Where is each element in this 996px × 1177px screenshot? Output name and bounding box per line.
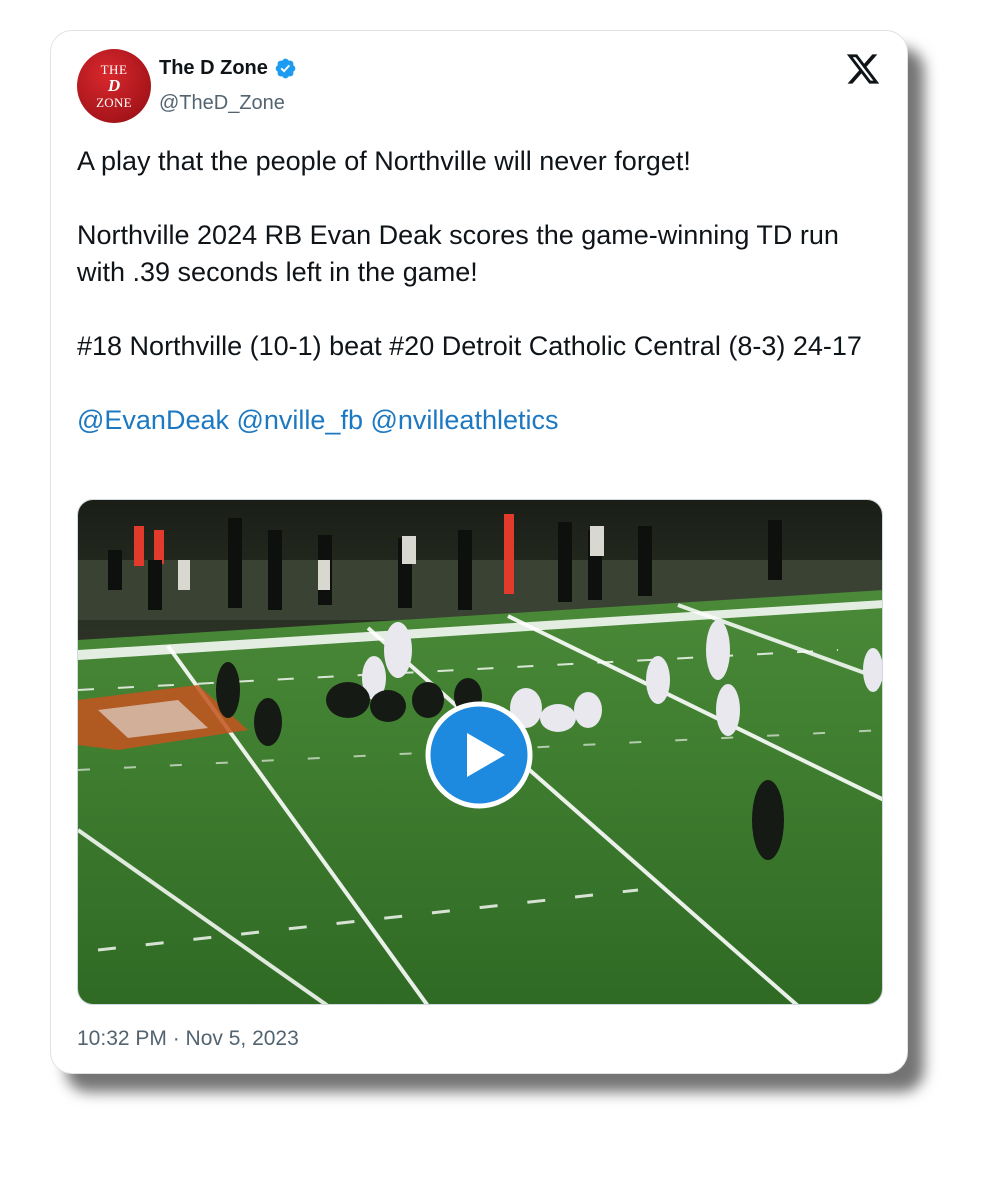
- avatar-text-mid: D: [107, 76, 121, 95]
- author-name-row[interactable]: The D Zone: [159, 57, 297, 80]
- tweet-mentions: @EvanDeak @nville_fb @nvilleathletics: [77, 402, 877, 439]
- x-logo-icon[interactable]: [845, 51, 881, 87]
- tweet-text-line-2: Northville 2024 RB Evan Deak scores the …: [77, 220, 839, 287]
- avatar[interactable]: THE D ZONE: [77, 49, 151, 123]
- play-icon[interactable]: [425, 701, 533, 809]
- verified-badge-icon: [275, 58, 296, 79]
- tweet-timestamp[interactable]: 10:32 PM · Nov 5, 2023: [77, 1027, 299, 1051]
- video-player[interactable]: [77, 499, 883, 1005]
- mention-link[interactable]: @nvilleathletics: [371, 405, 559, 435]
- author-handle[interactable]: @TheD_Zone: [159, 92, 285, 115]
- mention-link[interactable]: @EvanDeak: [77, 405, 229, 435]
- avatar-text-bottom: ZONE: [96, 95, 132, 110]
- tweet-text: A play that the people of Northville wil…: [77, 143, 877, 439]
- tweet-card[interactable]: THE D ZONE The D Zone @TheD_Zone A play …: [50, 30, 908, 1074]
- tweet-text-line-1: A play that the people of Northville wil…: [77, 146, 691, 176]
- author-name[interactable]: The D Zone: [159, 57, 268, 80]
- tweet-text-line-3: #18 Northville (10-1) beat #20 Detroit C…: [77, 331, 862, 361]
- mention-link[interactable]: @nville_fb: [237, 405, 363, 435]
